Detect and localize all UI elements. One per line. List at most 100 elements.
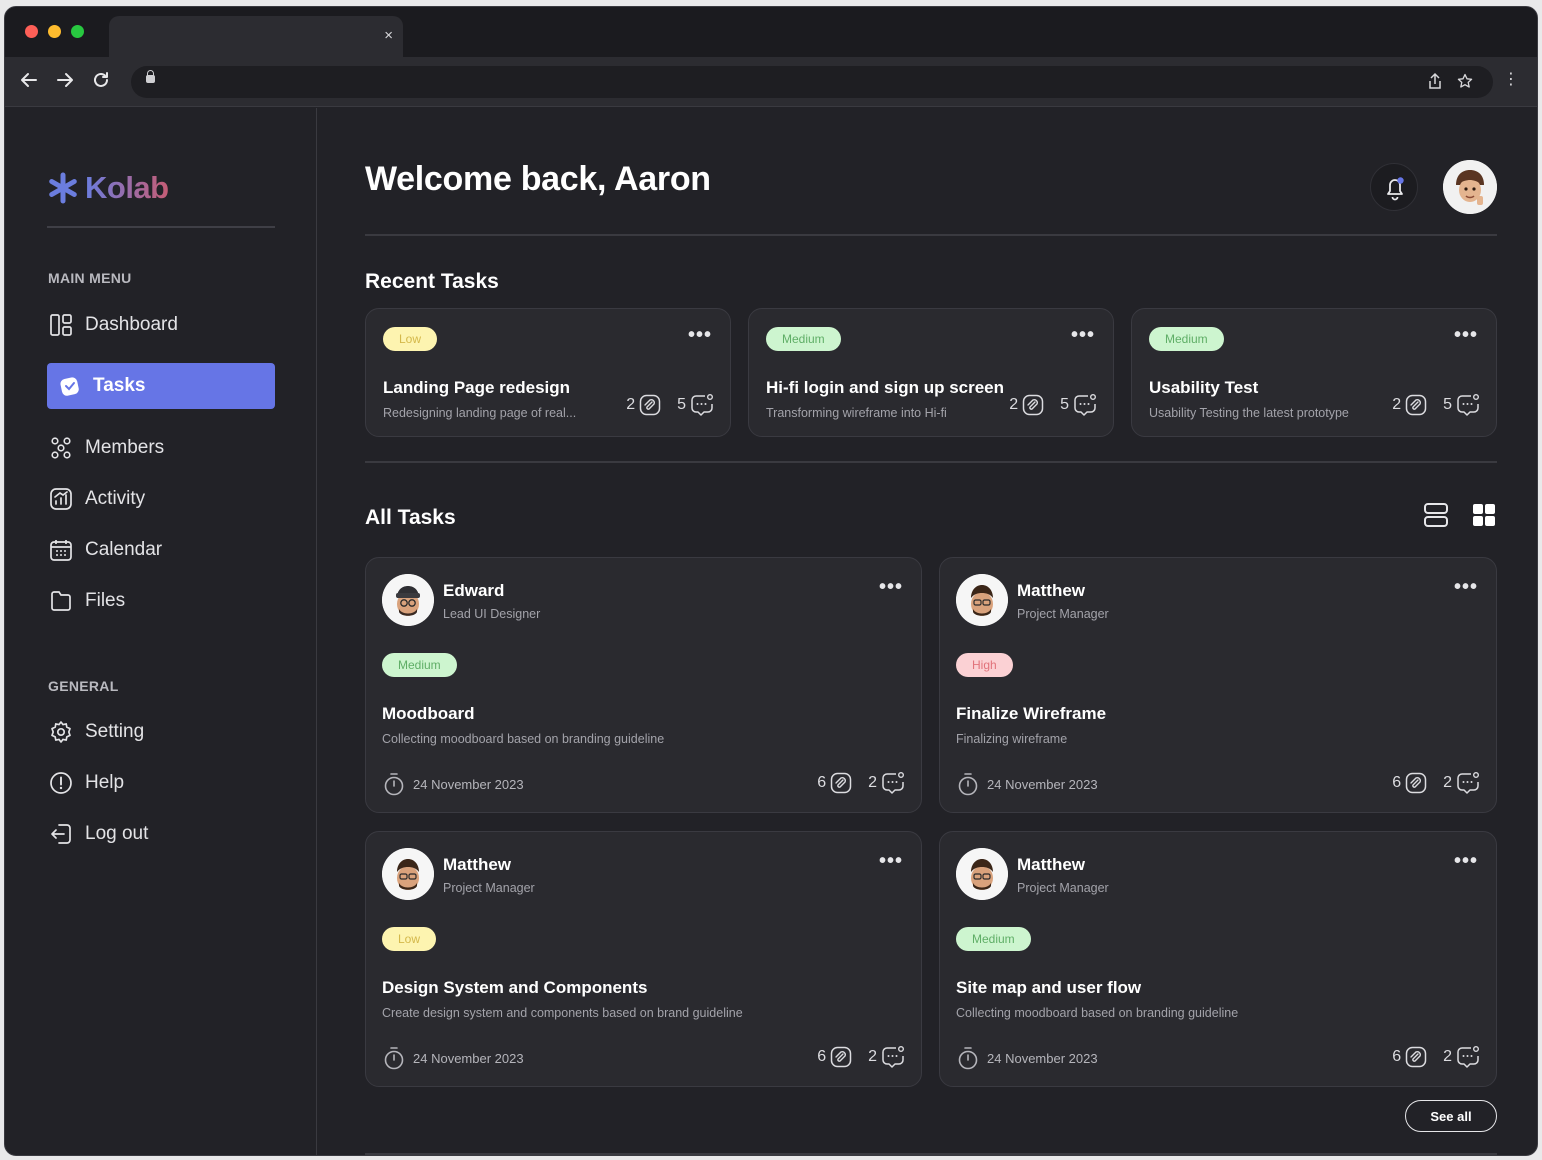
attachment-count: 2	[1392, 396, 1402, 413]
list-view-icon[interactable]	[1423, 502, 1449, 528]
attachment-icon	[830, 772, 852, 794]
task-subtitle: Usability Testing the latest prototype	[1149, 406, 1349, 420]
attachment-count: 2	[626, 396, 636, 413]
section-divider	[365, 461, 1497, 463]
files-icon	[51, 591, 71, 611]
priority-badge: Medium	[766, 327, 841, 351]
more-options-icon[interactable]: •••	[879, 577, 903, 597]
forward-arrow-icon[interactable]	[55, 70, 75, 90]
task-card[interactable]: Matthew Project Manager ••• Low Design S…	[365, 831, 922, 1087]
task-card[interactable]: Matthew Project Manager ••• Medium Site …	[939, 831, 1497, 1087]
more-options-icon[interactable]: •••	[1454, 577, 1478, 597]
brand-logo[interactable]: Kolab	[47, 170, 169, 206]
more-options-icon[interactable]: •••	[1071, 325, 1095, 345]
see-all-button[interactable]: See all	[1405, 1100, 1497, 1132]
comment-icon	[1457, 772, 1480, 794]
recent-task-card[interactable]: Medium ••• Usability Test Usability Test…	[1131, 308, 1497, 437]
sidebar-item-label: Activity	[85, 488, 146, 509]
avatar	[956, 848, 1008, 900]
header-divider	[365, 234, 1497, 236]
memoji-avatar-icon	[956, 574, 1008, 626]
task-card[interactable]: Edward Lead UI Designer ••• Medium Moodb…	[365, 557, 922, 813]
general-heading: GENERAL	[48, 678, 119, 694]
task-stats: 6 2	[1392, 771, 1480, 795]
sidebar-item-label: Members	[85, 437, 165, 458]
task-stats: 2 5	[1009, 393, 1097, 417]
stopwatch-icon	[384, 1047, 404, 1070]
more-options-icon[interactable]: •••	[1454, 851, 1478, 871]
priority-badge: High	[956, 653, 1013, 677]
avatar-memoji-icon	[1443, 160, 1497, 214]
assignee-name: Matthew	[443, 855, 511, 874]
due-date-text: 24 November 2023	[987, 776, 1098, 792]
due-date-text: 24 November 2023	[413, 776, 524, 792]
task-subtitle: Create design system and components base…	[382, 1006, 743, 1020]
sidebar-item-members[interactable]: Members	[47, 425, 275, 471]
sidebar-item-logout[interactable]: Log out	[47, 811, 275, 857]
more-options-icon[interactable]: •••	[879, 851, 903, 871]
close-window-button[interactable]	[25, 25, 38, 38]
sidebar-item-label: Setting	[85, 721, 145, 742]
due-date-text: 24 November 2023	[413, 1050, 524, 1066]
due-date: 24 November 2023	[383, 1046, 524, 1070]
task-title: Design System and Components	[382, 978, 648, 997]
recent-task-card[interactable]: Low ••• Landing Page redesign Redesignin…	[365, 308, 731, 437]
assignee-role: Lead UI Designer	[443, 607, 541, 621]
attachment-icon	[1405, 772, 1427, 794]
assignee-role: Project Manager	[1017, 607, 1109, 621]
recent-task-card[interactable]: Medium ••• Hi-fi login and sign up scree…	[748, 308, 1114, 437]
task-stats: 6 2	[817, 1045, 905, 1069]
task-title: Site map and user flow	[956, 978, 1142, 997]
notification-button[interactable]	[1370, 163, 1418, 211]
comment-count: 2	[868, 1048, 877, 1065]
sidebar-item-calendar[interactable]: Calendar	[47, 527, 275, 573]
due-date-text: 24 November 2023	[987, 1050, 1098, 1066]
sidebar-item-label: Help	[85, 772, 125, 793]
address-bar[interactable]	[131, 66, 1493, 98]
bell-icon	[1387, 177, 1404, 201]
sidebar-item-tasks[interactable]: Tasks	[47, 363, 275, 409]
back-arrow-icon[interactable]	[19, 70, 39, 90]
attachment-icon	[1405, 394, 1427, 416]
stopwatch-icon	[384, 773, 404, 796]
members-icon	[51, 437, 71, 459]
bottom-divider	[365, 1153, 1497, 1155]
share-icon[interactable]	[1427, 72, 1443, 90]
task-subtitle: Finalizing wireframe	[956, 732, 1068, 746]
sidebar-item-help[interactable]: Help	[47, 760, 275, 806]
maximize-window-button[interactable]	[71, 25, 84, 38]
attachment-count: 6	[1392, 1048, 1402, 1065]
comment-count: 2	[868, 774, 877, 791]
attachment-icon	[1022, 394, 1044, 416]
sidebar-item-files[interactable]: Files	[47, 578, 275, 624]
sidebar-item-setting[interactable]: Setting	[47, 709, 275, 755]
browser-menu-icon[interactable]: ⋮	[1503, 72, 1519, 88]
more-options-icon[interactable]: •••	[1454, 325, 1478, 345]
divider	[47, 226, 275, 228]
avatar	[382, 848, 434, 900]
due-date: 24 November 2023	[957, 1046, 1098, 1070]
task-stats: 6 2	[817, 771, 905, 795]
assignee-name: Edward	[443, 581, 505, 600]
browser-tab[interactable]: ×	[109, 16, 403, 57]
user-avatar[interactable]	[1443, 160, 1497, 214]
sidebar-item-label: Calendar	[85, 539, 163, 560]
sidebar-item-activity[interactable]: Activity	[47, 476, 275, 522]
task-title: Usability Test	[1149, 378, 1259, 397]
sidebar: Kolab MAIN MENU Dashboard Tasks Members …	[5, 108, 317, 1155]
minimize-window-button[interactable]	[48, 25, 61, 38]
tab-close-icon[interactable]: ×	[384, 27, 393, 44]
attachment-icon	[1405, 1046, 1427, 1068]
sidebar-item-dashboard[interactable]: Dashboard	[47, 302, 275, 348]
task-card[interactable]: Matthew Project Manager ••• High Finaliz…	[939, 557, 1497, 813]
more-options-icon[interactable]: •••	[688, 325, 712, 345]
sidebar-item-label: Dashboard	[85, 314, 178, 335]
memoji-avatar-icon	[382, 574, 434, 626]
comment-count: 5	[1060, 396, 1069, 413]
stopwatch-icon	[958, 1047, 978, 1070]
comment-icon	[1457, 394, 1480, 416]
reload-icon[interactable]	[91, 70, 111, 90]
grid-view-icon[interactable]	[1471, 502, 1497, 528]
comment-icon	[882, 1046, 905, 1068]
bookmark-star-icon[interactable]	[1457, 72, 1473, 90]
